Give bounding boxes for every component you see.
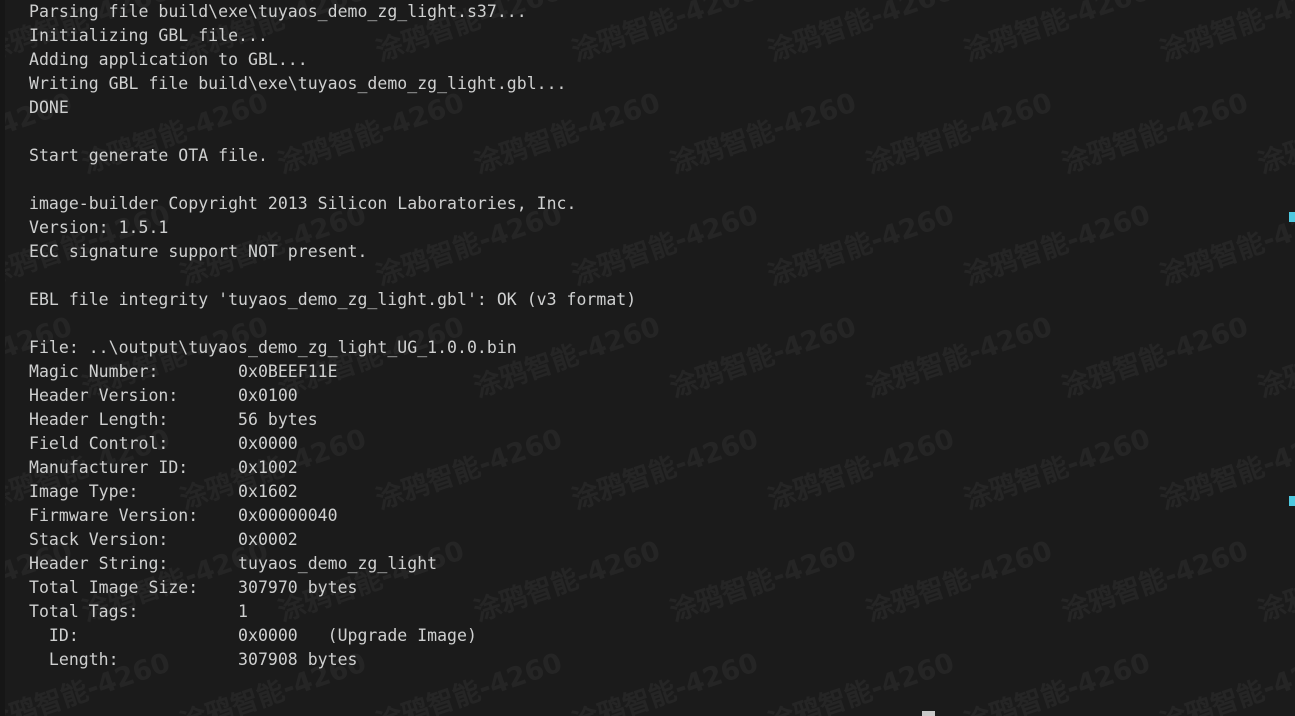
console-line: Start generate OTA file. [29, 146, 268, 165]
terminal-window[interactable]: 涂鸦智能-4260涂鸦智能-4260涂鸦智能-4260涂鸦智能-4260涂鸦智能… [0, 0, 1295, 716]
console-line: image-builder Copyright 2013 Silicon Lab… [29, 194, 577, 213]
console-line: Parsing file build\exe\tuyaos_demo_zg_li… [29, 2, 527, 21]
console-line: EBL file integrity 'tuyaos_demo_zg_light… [29, 290, 637, 309]
console-line: Length: 307908 bytes [29, 650, 358, 669]
console-line: Field Control: 0x0000 [29, 434, 298, 453]
console-line: Writing GBL file build\exe\tuyaos_demo_z… [29, 74, 567, 93]
console-line: Firmware Version: 0x00000040 [29, 506, 338, 525]
console-line: Header Length: 56 bytes [29, 410, 318, 429]
console-line: Total Tags: 1 [29, 602, 248, 621]
console-line: Magic Number: 0x0BEEF11E [29, 362, 338, 381]
console-line: Image Type: 0x1602 [29, 482, 298, 501]
text-caret [922, 711, 935, 716]
console-line: Version: 1.5.1 [29, 218, 169, 237]
console-line: ID: 0x0000 (Upgrade Image) [29, 626, 477, 645]
console-output[interactable]: Parsing file build\exe\tuyaos_demo_zg_li… [0, 0, 1295, 716]
console-line: Stack Version: 0x0002 [29, 530, 298, 549]
console-line: ECC signature support NOT present. [29, 242, 368, 261]
console-line: Initializing GBL file... [29, 26, 268, 45]
console-line: Header Version: 0x0100 [29, 386, 298, 405]
console-line: Total Image Size: 307970 bytes [29, 578, 358, 597]
console-line: Adding application to GBL... [29, 50, 308, 69]
console-line: Manufacturer ID: 0x1002 [29, 458, 298, 477]
terminal-left-gutter [0, 0, 5, 716]
console-line: Header String: tuyaos_demo_zg_light [29, 554, 438, 573]
console-line: DONE [29, 98, 69, 117]
overview-ruler-mark[interactable] [1289, 212, 1295, 222]
overview-ruler-mark[interactable] [1289, 496, 1295, 506]
console-line: File: ..\output\tuyaos_demo_zg_light_UG_… [29, 338, 517, 357]
